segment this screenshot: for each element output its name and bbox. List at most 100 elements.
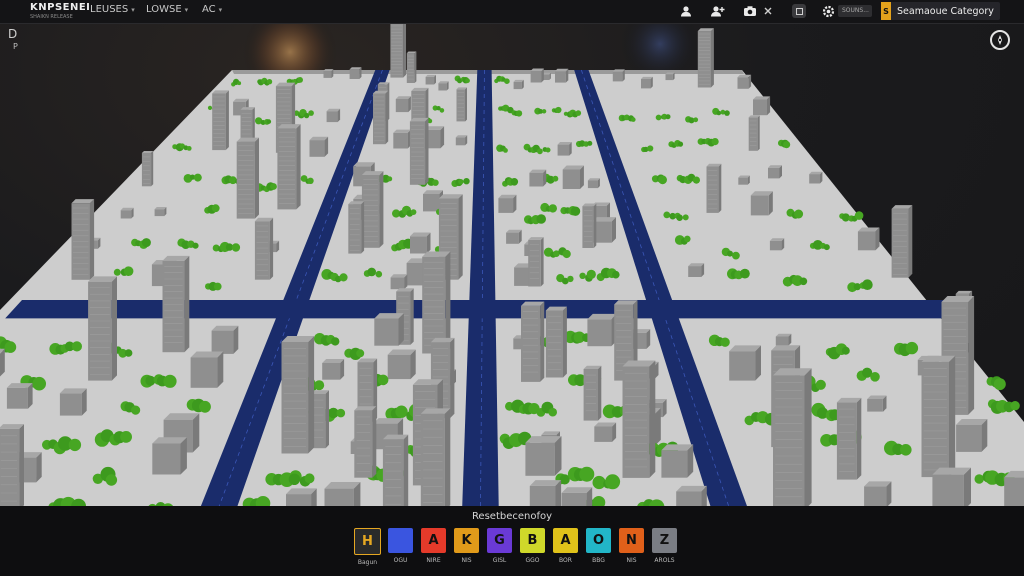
water-icon <box>388 528 413 553</box>
tool-label: BBG <box>592 557 605 564</box>
tree <box>432 179 439 186</box>
settings-icon[interactable] <box>820 3 836 19</box>
menu-label: LOWSE <box>146 4 182 15</box>
tree <box>336 408 346 418</box>
building-side <box>598 365 602 421</box>
camera-icon[interactable] <box>742 3 758 19</box>
building-side <box>465 87 467 122</box>
tool-button-nire[interactable]: A NIRE <box>420 528 447 566</box>
tool-button-ggo[interactable]: B GGO <box>519 528 546 566</box>
tree <box>732 251 740 260</box>
building-face <box>455 137 466 146</box>
tree <box>799 277 808 286</box>
compass-icon[interactable] <box>990 30 1010 50</box>
building-face <box>529 172 544 187</box>
top-bar: KNPSENEI SHAIKN RELEASE LEUSES ▾ LOWSE ▾… <box>0 0 1024 24</box>
menu-lowse[interactable]: LOWSE ▾ <box>146 4 188 15</box>
close-icon[interactable] <box>760 3 776 19</box>
tree <box>123 266 134 276</box>
tree <box>586 269 596 279</box>
tree <box>682 214 689 221</box>
tree <box>120 431 132 443</box>
view-mode-icon[interactable]: D <box>8 27 17 41</box>
building-face <box>661 450 688 478</box>
tree <box>367 267 377 277</box>
tool-palette: H Bagun OGU A NIRE K NIS G GISL B GGO A BOR O BBG N NIS Z… <box>354 528 678 566</box>
tool-label: BOR <box>559 557 572 564</box>
tree <box>356 349 365 358</box>
tree <box>1010 401 1020 411</box>
tree <box>900 444 912 456</box>
tool-label: GISL <box>492 557 507 564</box>
building-face <box>309 140 325 157</box>
city-map[interactable] <box>0 24 1024 506</box>
tree <box>676 214 683 221</box>
tree <box>288 473 301 485</box>
tool-button-ogu[interactable]: OGU <box>387 528 414 566</box>
tool-button-bbg[interactable]: O BBG <box>585 528 612 566</box>
tree <box>266 79 273 85</box>
building-side <box>718 163 722 213</box>
building-face <box>6 387 28 409</box>
building-side <box>611 217 616 243</box>
tree <box>567 275 574 283</box>
tree <box>68 438 82 452</box>
tree <box>612 270 620 279</box>
user-add-icon[interactable] <box>710 3 726 19</box>
tree <box>545 147 551 153</box>
chevron-down-icon: ▾ <box>131 5 135 14</box>
tool-button-gisl[interactable]: G GISL <box>486 528 513 566</box>
brand-name: KNPSENEI <box>30 2 91 13</box>
tree <box>720 337 730 347</box>
tool-button-arols[interactable]: Z AROLS <box>651 528 678 566</box>
tree <box>555 106 562 114</box>
building-side <box>757 115 760 151</box>
square-icon[interactable] <box>792 4 806 18</box>
tool-label: GGO <box>525 557 540 564</box>
building-face <box>587 319 612 347</box>
tool-button-bagun[interactable]: H Bagun <box>354 528 381 566</box>
tree <box>199 400 211 413</box>
category-selector[interactable]: S Seamaoue Category <box>881 2 1000 20</box>
building-face <box>769 240 782 251</box>
chevron-down-icon: ▾ <box>218 5 223 14</box>
tree <box>231 243 241 252</box>
user-icon[interactable] <box>678 3 694 19</box>
tree <box>537 148 543 155</box>
tree <box>297 77 303 83</box>
building-face <box>254 221 270 280</box>
city-viewport[interactable] <box>0 24 1024 506</box>
building-face <box>425 76 435 85</box>
building-face <box>374 318 399 346</box>
tool-button-nis[interactable]: N NIS <box>618 528 645 566</box>
building-side <box>908 205 913 278</box>
tree <box>186 146 192 151</box>
tree <box>794 209 804 219</box>
tree <box>823 244 830 251</box>
tree <box>503 148 508 153</box>
tool-button-nis[interactable]: K NIS <box>453 528 480 566</box>
building-face <box>738 177 748 185</box>
building-face <box>323 70 332 78</box>
building-side <box>408 96 411 113</box>
building-face <box>154 209 165 217</box>
building-face <box>676 491 702 506</box>
tree <box>870 372 880 382</box>
building-side <box>540 301 545 382</box>
agent-icon: A <box>553 528 578 553</box>
tree <box>677 141 684 147</box>
tool-label: NIS <box>461 557 472 564</box>
building-side <box>111 276 117 381</box>
building-face <box>236 141 255 219</box>
menu-leuses[interactable]: LEUSES ▾ <box>90 4 135 15</box>
building-face <box>120 210 132 219</box>
tree <box>647 145 654 152</box>
building-side <box>192 413 200 453</box>
tree <box>841 346 850 355</box>
tool-button-bor[interactable]: A BOR <box>552 528 579 566</box>
menu-ac[interactable]: AC ▾ <box>202 4 222 15</box>
building-side <box>184 255 190 353</box>
building-face <box>521 305 540 382</box>
search-input[interactable]: SOUNS... <box>838 5 872 17</box>
building-face <box>348 204 362 254</box>
